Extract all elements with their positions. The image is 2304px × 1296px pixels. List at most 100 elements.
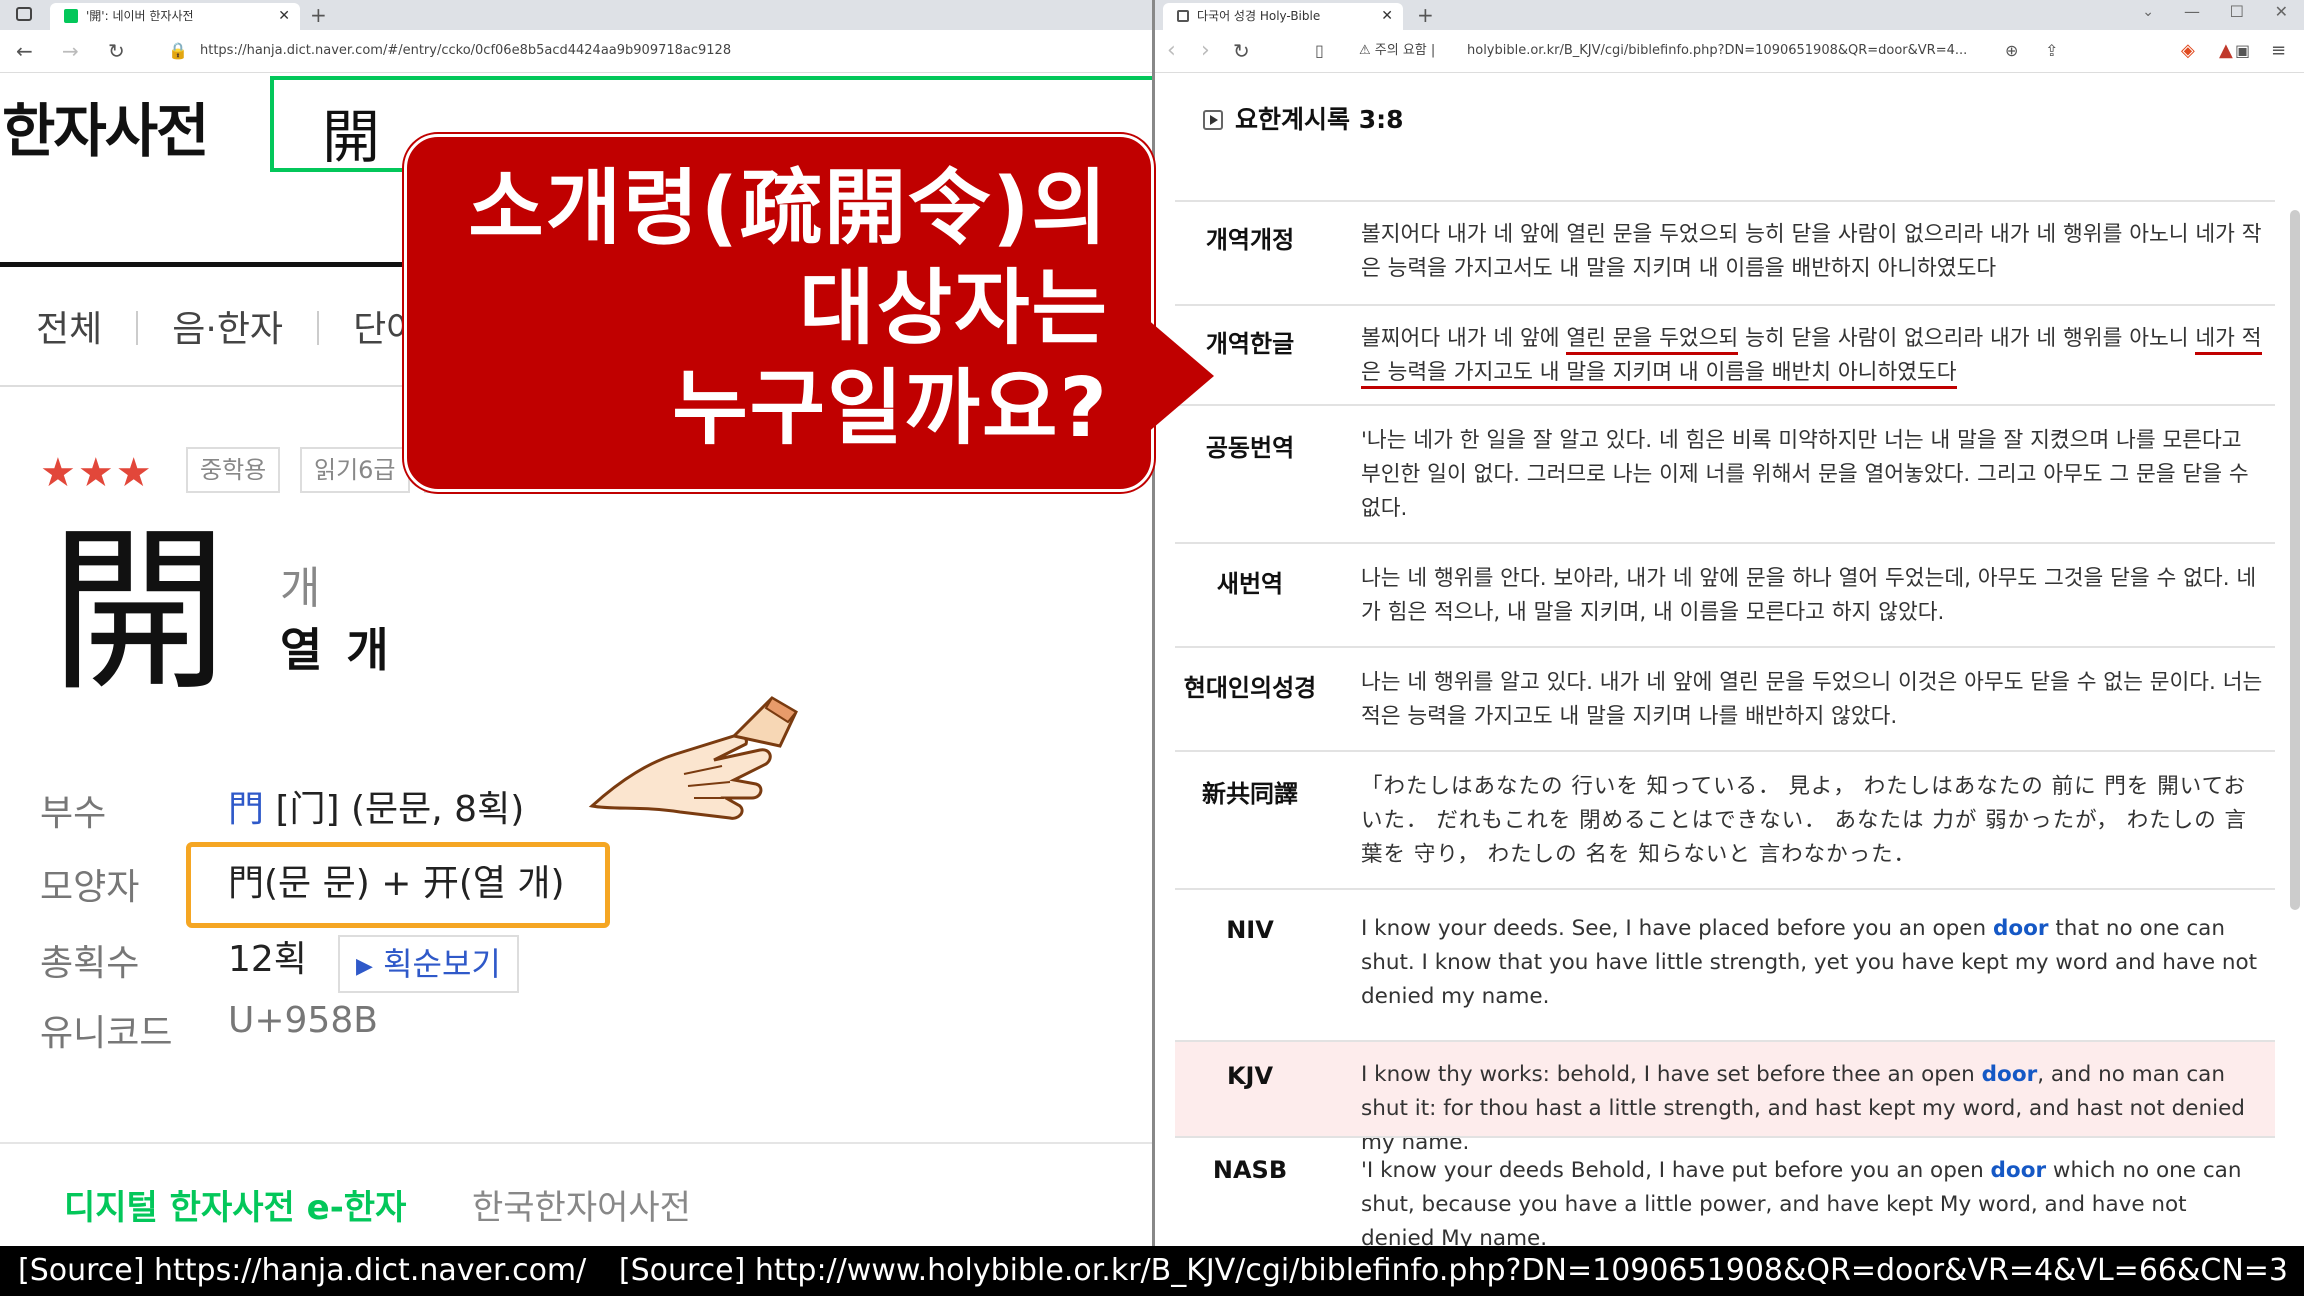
tab-list-icon[interactable]: ⌄ [2142, 4, 2154, 20]
callout-pointer [1146, 318, 1214, 434]
stroke-order-button[interactable]: ▶ 획순보기 [338, 935, 519, 993]
source-right: [Source] http://www.holybible.or.kr/B_KJ… [618, 1253, 2288, 1288]
version-name: 개역개정 [1205, 226, 1295, 254]
tab-korean-hanja-dict[interactable]: 한국한자어사전 [472, 1180, 691, 1229]
tab-separator [317, 311, 320, 345]
bible-favicon-icon [1177, 10, 1189, 22]
importance-stars: ★★★ [40, 450, 154, 496]
badge-reading-level: 읽기6급 [300, 447, 410, 493]
hanja-meaning: 열 개 [280, 623, 393, 677]
new-tab-icon[interactable]: + [310, 3, 327, 27]
left-active-tab[interactable]: '開': 네이버 한자사전 ✕ [50, 3, 300, 30]
hanja-dictionary-logo[interactable]: 한자사전 [2, 84, 209, 168]
share-icon[interactable]: ⇪ [2045, 38, 2058, 64]
rewards-icon[interactable]: ▲ [2219, 38, 2233, 64]
verse-reference-text: 요한계시록 3:8 [1235, 105, 1404, 134]
main-hanja-character: 開 [50, 508, 228, 715]
value-unicode: U+958B [228, 1000, 378, 1041]
search-input-value[interactable]: 開 [322, 90, 380, 174]
close-tab-icon[interactable]: ✕ [1381, 3, 1393, 30]
callout-line-2: 대상자는 [799, 261, 1109, 356]
sidebar-icon[interactable]: ▣ [2235, 38, 2250, 64]
version-name: 新共同譯 [1202, 780, 1298, 808]
back-icon[interactable]: ← [16, 38, 33, 64]
verse-row-highlighted: KJV I know thy works: behold, I have set… [1175, 1040, 2275, 1155]
maximize-icon[interactable]: ☐ [2230, 2, 2244, 21]
verse-row: 새번역 나는 네 행위를 안다. 보아라, 내가 네 앞에 문을 하나 열어 두… [1175, 542, 2275, 648]
naver-favicon-icon [64, 9, 78, 23]
underlined-phrase: 열린 문을 두었으되 [1566, 326, 1739, 355]
security-warning[interactable]: ⚠ 주의 요함 | [1359, 38, 1435, 64]
left-tab-strip: '開': 네이버 한자사전 ✕ + [0, 0, 1152, 30]
verse-text: '나는 네가 한 일을 잘 알고 있다. 네 힘은 비록 미약하지만 너는 내 … [1361, 428, 2249, 521]
version-name: NASB [1212, 1156, 1288, 1184]
label-radical: 부수 [40, 793, 107, 834]
label-unicode: 유니코드 [40, 1013, 173, 1054]
tab-all[interactable]: 전체 [36, 300, 102, 352]
badge-middle-school: 중학용 [186, 447, 281, 493]
stroke-order-label: 획순보기 [383, 945, 501, 983]
security-warning-label: 주의 요함 [1374, 43, 1427, 58]
back-icon[interactable]: ‹ [1167, 38, 1176, 64]
reload-icon[interactable]: ↻ [1233, 38, 1250, 64]
close-tab-icon[interactable]: ✕ [278, 3, 290, 30]
close-window-icon[interactable]: ✕ [2275, 2, 2288, 21]
verse-text-part: I know thy works: behold, I have set bef… [1361, 1062, 1982, 1087]
play-audio-icon[interactable] [1203, 110, 1223, 130]
verse-text: 「わたしはあなたの 行いを 知っている． 見よ， わたしはあなたの 前に 門を … [1361, 774, 2248, 867]
new-tab-icon[interactable]: + [1417, 3, 1434, 27]
value-radical: 門 [门] (문문, 8획) [228, 780, 524, 832]
play-icon: ▶ [356, 954, 373, 979]
verse-row: 개역개정 볼지어다 내가 네 앞에 열린 문을 두었으되 능히 닫을 사람이 없… [1175, 200, 2275, 306]
tab-digital-hanja[interactable]: 디지털 한자사전 e-한자 [64, 1180, 406, 1229]
result-tabs: 전체 음·한자 단어 [36, 300, 419, 352]
lock-icon: 🔒 [168, 41, 188, 60]
callout-line-1: 소개령(疏開令)의 [468, 161, 1109, 256]
radical-link[interactable]: 門 [228, 789, 264, 830]
hanja-sound: 개 [280, 563, 321, 614]
tab-separator [136, 311, 139, 345]
search-keyword: door [1981, 1062, 2038, 1087]
search-keyword: door [1990, 1158, 2047, 1183]
verse-text-part: 능히 닫을 사람이 없으리라 내가 네 행위를 아노니 [1738, 326, 2196, 351]
verse-row: 개역한글 볼찌어다 내가 네 앞에 열린 문을 두었으되 능히 닫을 사람이 없… [1175, 304, 2275, 406]
version-name: 현대인의성경 [1183, 674, 1317, 702]
label-shape: 모양자 [40, 867, 140, 908]
verse-text-part: 볼찌어다 내가 네 앞에 [1361, 326, 1567, 351]
brave-shield-icon[interactable]: ◈ [2181, 38, 2195, 64]
source-bar: [Source] https://hanja.dict.naver.com/ [… [0, 1246, 2304, 1296]
forward-icon[interactable]: → [62, 38, 79, 64]
reload-icon[interactable]: ↻ [108, 38, 125, 64]
verse-text: 나는 네 행위를 안다. 보아라, 내가 네 앞에 문을 하나 열어 두었는데,… [1361, 566, 2257, 625]
forward-icon[interactable]: › [1201, 38, 1210, 64]
verse-row: 공동번역 '나는 네가 한 일을 잘 알고 있다. 네 힘은 비록 미약하지만 … [1175, 404, 2275, 544]
verse-text-part: 'I know your deeds Behold, I have put be… [1361, 1158, 1991, 1183]
verse-row: NIV I know your deeds. See, I have place… [1175, 888, 2275, 1042]
bookmark-icon[interactable]: ▯ [1315, 38, 1324, 64]
scrollbar[interactable] [2290, 210, 2300, 910]
source-left: [Source] https://hanja.dict.naver.com/ [18, 1253, 587, 1288]
search-keyword: door [1992, 916, 2049, 941]
version-name: NIV [1226, 916, 1274, 944]
left-toolbar: ← → ↻ 🔒 https://hanja.dict.naver.com/#/e… [0, 30, 1152, 73]
right-active-tab[interactable]: 다국어 성경 Holy-Bible ✕ [1163, 3, 1403, 30]
right-tab-strip: 다국어 성경 Holy-Bible ✕ + ⌄ — ☐ ✕ [1155, 0, 2304, 30]
shape-highlight-box [186, 842, 610, 928]
window-menu-icon[interactable] [16, 7, 32, 21]
menu-icon[interactable]: ≡ [2271, 38, 2286, 64]
verse-text: 볼찌어다 내가 네 앞에 열린 문을 두었으되 능히 닫을 사람이 없으리라 내… [1361, 322, 2263, 390]
verse-text: 볼지어다 내가 네 앞에 열린 문을 두었으되 능히 닫을 사람이 없으리라 내… [1361, 222, 2262, 281]
zoom-icon[interactable]: ⊕ [2005, 38, 2018, 64]
verse-text-part: I know your deeds. See, I have placed be… [1361, 916, 1993, 941]
verse-reference: 요한계시록 3:8 [1203, 100, 1404, 136]
right-tab-title: 다국어 성경 Holy-Bible [1197, 9, 1321, 23]
verse-row: NASB 'I know your deeds Behold, I have p… [1175, 1136, 2275, 1246]
question-callout: 소개령(疏開令)의 대상자는 누구일까요? [404, 134, 1154, 492]
label-stroke-count: 총획수 [40, 943, 140, 984]
right-address-bar[interactable]: holybible.or.kr/B_KJV/cgi/biblefinfo.php… [1467, 38, 1967, 64]
tab-sound-hanja[interactable]: 음·한자 [172, 300, 283, 352]
verse-row: 新共同譯 「わたしはあなたの 行いを 知っている． 見よ， わたしはあなたの 前… [1175, 750, 2275, 890]
left-address-bar[interactable]: https://hanja.dict.naver.com/#/entry/cck… [200, 38, 731, 64]
holybible-window: 다국어 성경 Holy-Bible ✕ + ⌄ — ☐ ✕ ‹ › ↻ ▯ ⚠ … [1155, 0, 2304, 1246]
minimize-icon[interactable]: — [2184, 2, 2200, 21]
